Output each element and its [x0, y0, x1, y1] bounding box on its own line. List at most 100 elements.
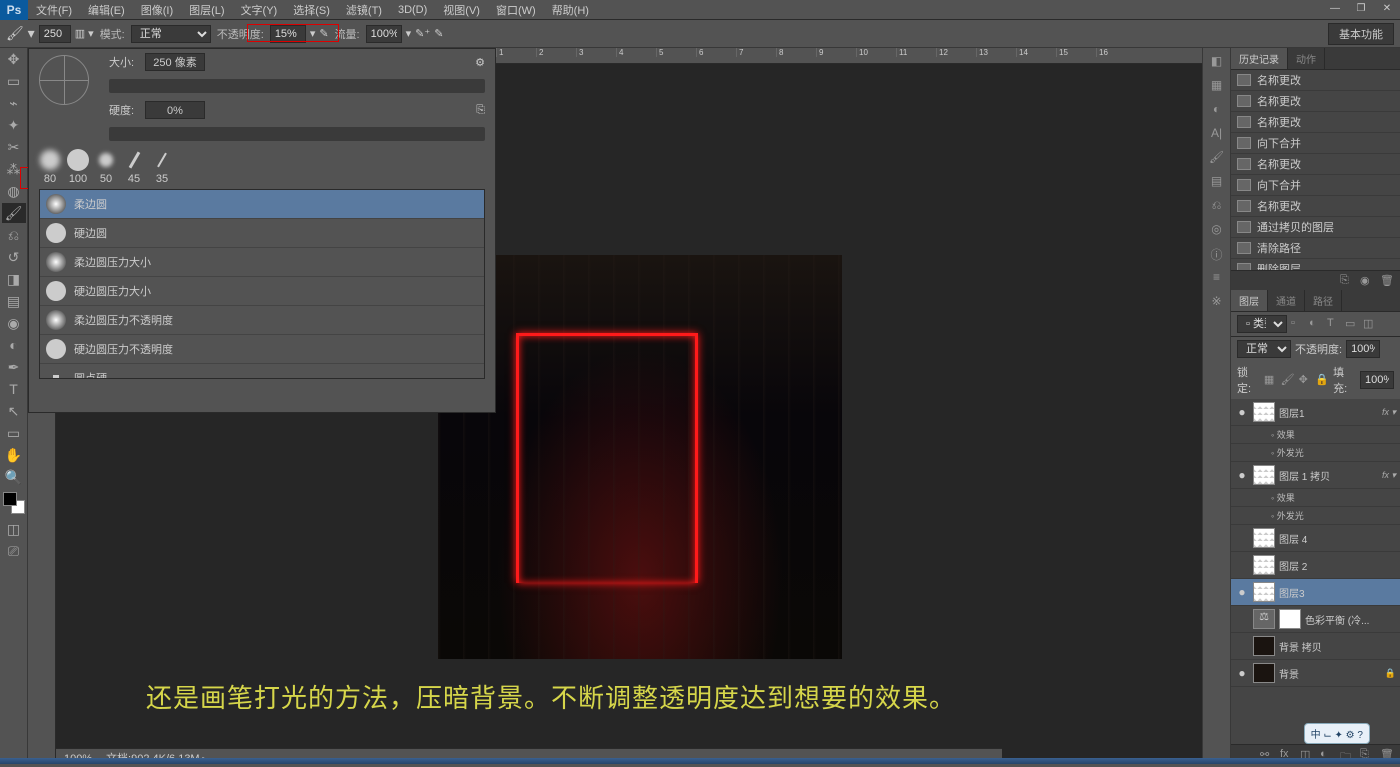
ime-indicator[interactable]: 中 ⌙ ✦ ⚙ ?: [1304, 723, 1370, 744]
hand-tool[interactable]: ✋: [2, 445, 26, 465]
opacity-dropdown[interactable]: ▾: [310, 27, 316, 40]
history-item[interactable]: 名称更改: [1231, 91, 1400, 112]
dock-clone-icon[interactable]: ⎌: [1207, 198, 1227, 216]
visibility-toggle[interactable]: ●: [1235, 405, 1249, 419]
layer-name[interactable]: 图层 1 拷贝: [1279, 468, 1378, 483]
layer-row[interactable]: ●图层 1 拷贝fx ▾: [1231, 462, 1400, 489]
brush-angle-control[interactable]: [39, 55, 89, 105]
filter-adjust-icon[interactable]: ◐: [1309, 317, 1323, 331]
blend-mode-select[interactable]: 正常: [131, 25, 211, 43]
layer-fill-input[interactable]: [1360, 371, 1394, 389]
filter-type-icon[interactable]: T: [1327, 317, 1341, 331]
history-item[interactable]: 删除图层: [1231, 259, 1400, 270]
visibility-toggle[interactable]: ●: [1235, 585, 1249, 599]
tab-history[interactable]: 历史记录: [1231, 48, 1288, 69]
history-item[interactable]: 名称更改: [1231, 70, 1400, 91]
dock-nav-icon[interactable]: ◎: [1207, 222, 1227, 240]
history-item[interactable]: 向下合并: [1231, 175, 1400, 196]
history-item[interactable]: 名称更改: [1231, 112, 1400, 133]
pressure-opacity-icon[interactable]: ✎: [319, 27, 328, 40]
filter-smart-icon[interactable]: ◫: [1363, 317, 1377, 331]
menu-type[interactable]: 文字(Y): [233, 2, 286, 18]
layer-name[interactable]: 背景 拷贝: [1279, 639, 1396, 654]
brush-list[interactable]: 柔边圆 硬边圆 柔边圆压力大小 硬边圆压力大小 柔边圆压力不透明度 硬边圆压力不…: [39, 189, 485, 379]
new-preset-icon[interactable]: ⎘: [476, 104, 485, 117]
dock-color-icon[interactable]: ◧: [1207, 54, 1227, 72]
layer-effect[interactable]: ◦ 外发光: [1231, 507, 1400, 525]
zoom-tool[interactable]: 🔍: [2, 467, 26, 487]
shape-tool[interactable]: ▭: [2, 423, 26, 443]
screenmode-toggle[interactable]: ⎚: [2, 541, 26, 561]
layer-filter-select[interactable]: ▫ 类型: [1237, 315, 1287, 333]
layer-opacity-input[interactable]: [1346, 340, 1380, 358]
layer-effect[interactable]: ◦ 效果: [1231, 426, 1400, 444]
dock-swatches-icon[interactable]: ▦: [1207, 78, 1227, 96]
layer-row[interactable]: 图层 4: [1231, 525, 1400, 552]
wand-tool[interactable]: ✦: [2, 115, 26, 135]
history-item[interactable]: 通过拷贝的图层: [1231, 217, 1400, 238]
dock-info-icon[interactable]: ⓘ: [1207, 246, 1227, 264]
brush-item[interactable]: 圆点硬: [40, 364, 484, 379]
dock-brush-icon[interactable]: 🖌: [1207, 150, 1227, 168]
layer-name[interactable]: 图层 4: [1279, 531, 1396, 546]
filter-shape-icon[interactable]: ▭: [1345, 317, 1359, 331]
os-taskbar[interactable]: [0, 758, 1400, 764]
layer-row[interactable]: 图层 2: [1231, 552, 1400, 579]
layer-effect[interactable]: ◦ 外发光: [1231, 444, 1400, 462]
layer-effect[interactable]: ◦ 效果: [1231, 489, 1400, 507]
dock-styles-icon[interactable]: A|: [1207, 126, 1227, 144]
canvas-area[interactable]: 12345678910111213141516 大小: 250 像素 ⚙ 硬度:…: [28, 48, 1202, 764]
move-tool[interactable]: ✥: [2, 49, 26, 69]
brush-item[interactable]: 硬边圆压力不透明度: [40, 335, 484, 364]
hardness-slider[interactable]: [109, 127, 485, 141]
lock-trans-icon[interactable]: ▦: [1264, 373, 1277, 387]
brush-preset-picker[interactable]: ▥ ▾: [75, 27, 94, 40]
dock-adjustments-icon[interactable]: ◐: [1207, 102, 1227, 120]
tab-layers[interactable]: 图层: [1231, 290, 1268, 311]
layer-name[interactable]: 背景: [1279, 666, 1381, 681]
brush-item[interactable]: 硬边圆: [40, 219, 484, 248]
color-swatches[interactable]: [3, 492, 25, 514]
filter-pixel-icon[interactable]: ▫: [1291, 317, 1305, 331]
history-item[interactable]: 向下合并: [1231, 133, 1400, 154]
lock-pos-icon[interactable]: ✥: [1299, 373, 1312, 387]
layer-row[interactable]: 背景 拷贝: [1231, 633, 1400, 660]
brush-tool-icon[interactable]: 🖌 ▾: [6, 25, 35, 42]
dock-paragraph-icon[interactable]: ▤: [1207, 174, 1227, 192]
layer-name[interactable]: 图层3: [1279, 585, 1396, 600]
brush-item[interactable]: 柔边圆: [40, 190, 484, 219]
size-value[interactable]: 250 像素: [145, 53, 205, 71]
layer-name[interactable]: 图层1: [1279, 405, 1378, 420]
quickmask-toggle[interactable]: ◫: [2, 519, 26, 539]
type-tool[interactable]: T: [2, 379, 26, 399]
menu-edit[interactable]: 编辑(E): [80, 2, 133, 18]
layer-list[interactable]: ●图层1fx ▾◦ 效果◦ 外发光●图层 1 拷贝fx ▾◦ 效果◦ 外发光图层…: [1231, 399, 1400, 744]
gradient-tool[interactable]: ▤: [2, 291, 26, 311]
tab-paths[interactable]: 路径: [1305, 290, 1342, 311]
brush-tool[interactable]: 🖌: [2, 203, 26, 223]
maximize-button[interactable]: ❐: [1349, 2, 1373, 18]
history-item[interactable]: 名称更改: [1231, 196, 1400, 217]
layer-row[interactable]: ●图层1fx ▾: [1231, 399, 1400, 426]
visibility-toggle[interactable]: ●: [1235, 468, 1249, 482]
layer-name[interactable]: 图层 2: [1279, 558, 1396, 573]
history-list[interactable]: 名称更改 名称更改 名称更改 向下合并 名称更改 向下合并 名称更改 通过拷贝的…: [1231, 70, 1400, 270]
menu-view[interactable]: 视图(V): [435, 2, 488, 18]
eraser-tool[interactable]: ◨: [2, 269, 26, 289]
menu-file[interactable]: 文件(F): [28, 2, 80, 18]
menu-help[interactable]: 帮助(H): [544, 2, 597, 18]
pen-tool[interactable]: ✒: [2, 357, 26, 377]
history-brush-tool[interactable]: ↺: [2, 247, 26, 267]
history-item[interactable]: 名称更改: [1231, 154, 1400, 175]
eyedropper-tool[interactable]: ⁂: [2, 159, 26, 179]
document-canvas[interactable]: [438, 255, 842, 659]
lasso-tool[interactable]: ⌁: [2, 93, 26, 113]
layer-blend-select[interactable]: 正常: [1237, 340, 1291, 358]
camera-icon[interactable]: ◉: [1360, 274, 1374, 288]
stamp-tool[interactable]: ⎌: [2, 225, 26, 245]
menu-window[interactable]: 窗口(W): [488, 2, 544, 18]
layer-name[interactable]: 色彩平衡 (冷...: [1305, 612, 1396, 627]
snapshot-icon[interactable]: ⎘: [1340, 274, 1354, 288]
tab-channels[interactable]: 通道: [1268, 290, 1305, 311]
size-slider[interactable]: [109, 79, 485, 93]
